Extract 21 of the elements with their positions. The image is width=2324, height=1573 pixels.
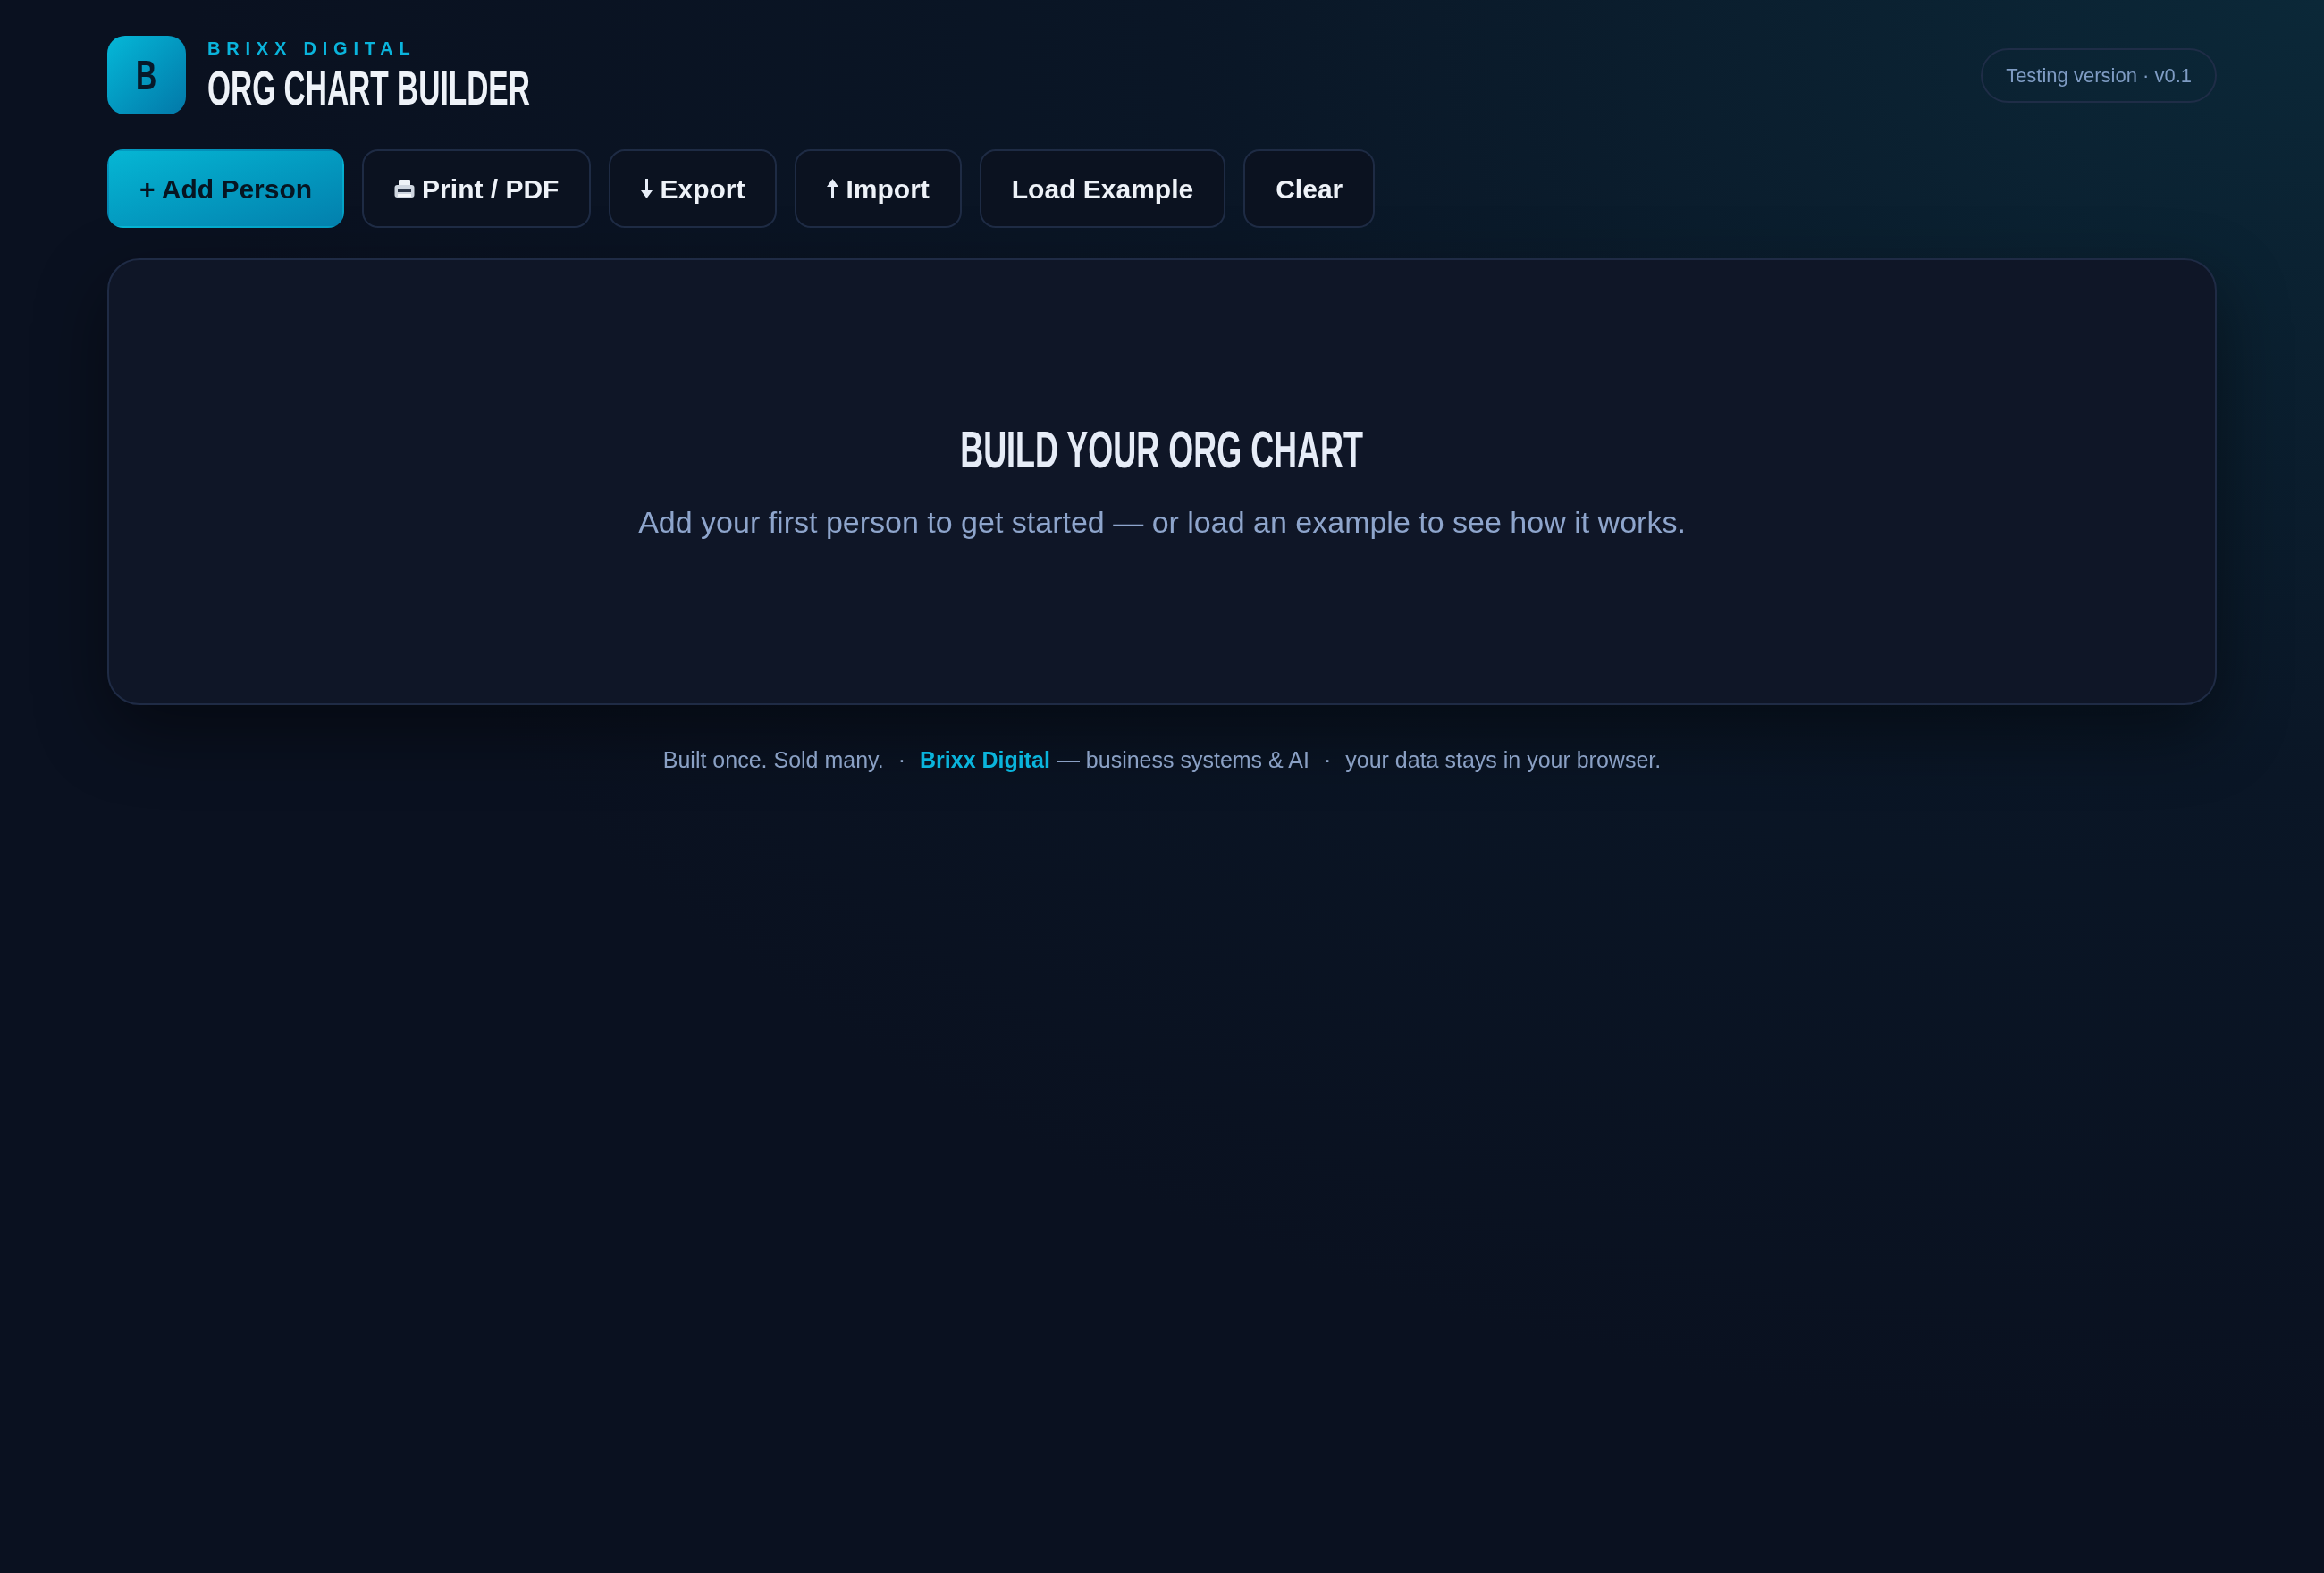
toolbar-button[interactable]: Clear xyxy=(1243,149,1376,228)
app-title: ORG CHART BUILDER xyxy=(207,63,530,113)
up-arrow-icon xyxy=(827,179,839,198)
empty-state-heading: BUILD YOUR ORG CHART xyxy=(960,423,1364,476)
separator-dot: · xyxy=(1323,746,1332,774)
footer-text: Built once. Sold many. xyxy=(662,746,884,774)
toolbar-button[interactable]: Load Example xyxy=(979,149,1226,228)
brand-link[interactable]: Brixx Digital xyxy=(920,744,1050,775)
footer-text: — business systems & AI xyxy=(1057,746,1309,774)
down-arrow-icon xyxy=(641,179,653,198)
footer-text: your data stays in your browser. xyxy=(1345,746,1662,774)
separator-dot: · xyxy=(897,746,905,774)
add-person-button[interactable]: + Add Person xyxy=(107,149,345,228)
print-button[interactable]: Print / PDF xyxy=(362,149,592,228)
export-button[interactable]: Export xyxy=(609,149,778,228)
brand-name: BRIXX DIGITAL xyxy=(207,39,417,57)
logo-tile: B xyxy=(107,36,186,114)
import-button[interactable]: Import xyxy=(795,149,962,228)
version-badge: Testing version · v0.1 xyxy=(1981,47,2217,103)
empty-state-message: Add your first person to get started — or load an example to see how it works. xyxy=(638,504,1686,541)
printer-icon xyxy=(394,179,416,198)
